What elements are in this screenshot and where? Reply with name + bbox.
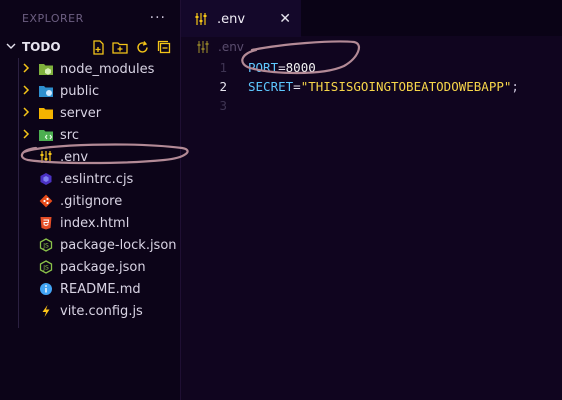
more-actions-button[interactable]: ··· xyxy=(150,10,166,26)
new-folder-icon[interactable] xyxy=(112,39,128,55)
env-icon xyxy=(38,149,54,165)
code-text: PORT=8000 xyxy=(248,60,316,75)
project-root-label: TODO xyxy=(22,40,61,54)
explorer-sidebar: EXPLORER ··· TODO node_modules public se… xyxy=(0,0,181,400)
tab-env[interactable]: .env ✕ xyxy=(181,0,301,37)
tree-item-label: index.html xyxy=(60,215,130,231)
tree-item-label: server xyxy=(60,105,102,121)
line-number: 2 xyxy=(219,79,227,94)
refresh-icon[interactable] xyxy=(134,39,150,55)
tree-item-label: node_modules xyxy=(60,61,155,77)
tree-item-env[interactable]: .env xyxy=(0,146,180,168)
env-value: "THISISGOINGTOBEATODOWEBAPP" xyxy=(300,79,512,94)
explorer-title: EXPLORER xyxy=(22,11,84,25)
file-tree: node_modules public server src .env .esl… xyxy=(0,58,180,322)
code-line: 2 SECRET="THISISGOINGTOBEATODOWEBAPP"; xyxy=(181,77,562,96)
chevron-right-icon[interactable] xyxy=(22,62,34,76)
node-folder-icon xyxy=(38,61,54,77)
env-icon xyxy=(193,11,209,27)
code-editor[interactable]: 1 PORT=8000 2 SECRET="THISISGOINGTOBEATO… xyxy=(181,58,562,400)
tree-item-index-html[interactable]: index.html xyxy=(0,212,180,234)
tree-item-label: .eslintrc.cjs xyxy=(60,171,134,187)
breadcrumb[interactable]: .env xyxy=(196,38,244,56)
tree-item-server[interactable]: server xyxy=(0,102,180,124)
chevron-right-icon[interactable] xyxy=(22,106,34,120)
env-icon xyxy=(196,40,212,54)
tree-item-label: src xyxy=(60,127,79,143)
tree-item-label: package-lock.json xyxy=(60,237,177,253)
tree-item-eslintrc[interactable]: .eslintrc.cjs xyxy=(0,168,180,190)
chevron-down-icon[interactable] xyxy=(6,41,22,54)
equals-sign: = xyxy=(293,79,301,94)
explorer-header: EXPLORER ··· xyxy=(0,0,180,36)
project-root-row[interactable]: TODO xyxy=(0,36,180,58)
vscode-window: EXPLORER ··· TODO node_modules public se… xyxy=(0,0,562,400)
collapse-all-icon[interactable] xyxy=(156,39,172,55)
eslint-icon xyxy=(38,171,54,187)
public-folder-icon xyxy=(38,83,54,99)
line-number: 3 xyxy=(219,98,227,113)
tree-item-label: vite.config.js xyxy=(60,303,143,319)
chevron-right-icon[interactable] xyxy=(22,84,34,98)
equals-sign: = xyxy=(278,60,286,75)
editor-tab-bar: .env ✕ xyxy=(181,0,562,37)
tree-item-node-modules[interactable]: node_modules xyxy=(0,58,180,80)
html-icon xyxy=(38,215,54,231)
folder-icon xyxy=(38,105,54,121)
tree-item-package-json[interactable]: JS package.json xyxy=(0,256,180,278)
tree-item-label: README.md xyxy=(60,281,141,297)
tree-item-label: public xyxy=(60,83,100,99)
tree-item-label: package.json xyxy=(60,259,146,275)
env-key: PORT xyxy=(248,60,279,75)
tree-item-label: .env xyxy=(60,149,89,165)
tree-item-gitignore[interactable]: .gitignore xyxy=(0,190,180,212)
env-key: SECRET xyxy=(248,79,294,94)
breadcrumb-label: .env xyxy=(218,40,244,54)
src-folder-icon xyxy=(38,127,54,143)
node-file-icon: JS xyxy=(38,259,54,275)
svg-text:JS: JS xyxy=(42,265,49,272)
tree-item-src[interactable]: src xyxy=(0,124,180,146)
env-value: 8000 xyxy=(285,60,316,75)
node-file-icon: JS xyxy=(38,237,54,253)
tree-item-package-lock[interactable]: JS package-lock.json xyxy=(0,234,180,256)
chevron-right-icon[interactable] xyxy=(22,128,34,142)
tree-item-public[interactable]: public xyxy=(0,80,180,102)
vite-icon xyxy=(38,303,54,319)
code-line: 3 xyxy=(181,96,562,115)
code-text: SECRET="THISISGOINGTOBEATODOWEBAPP"; xyxy=(248,79,519,94)
tree-item-label: .gitignore xyxy=(60,193,123,209)
tree-item-readme[interactable]: README.md xyxy=(0,278,180,300)
semicolon: ; xyxy=(511,79,519,94)
code-line: 1 PORT=8000 xyxy=(181,58,562,77)
tab-label: .env xyxy=(217,11,246,27)
new-file-icon[interactable] xyxy=(90,39,106,55)
tree-item-vite-config[interactable]: vite.config.js xyxy=(0,300,180,322)
line-number: 1 xyxy=(219,60,227,75)
info-icon xyxy=(38,281,54,297)
close-icon[interactable]: ✕ xyxy=(279,11,291,27)
svg-text:JS: JS xyxy=(42,243,49,250)
git-icon xyxy=(38,193,54,209)
